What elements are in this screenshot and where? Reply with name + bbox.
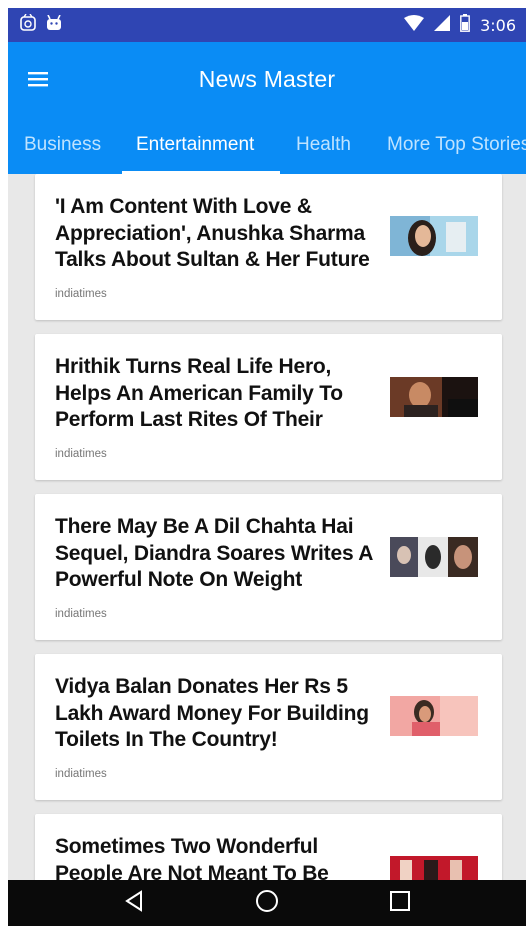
back-icon <box>123 889 145 917</box>
article-title: 'I Am Content With Love & Appreciation',… <box>55 195 370 271</box>
shield-icon <box>20 13 36 37</box>
article-title: Vidya Balan Donates Her Rs 5 Lakh Award … <box>55 675 369 751</box>
article-title: There May Be A Dil Chahta Hai Sequel, Di… <box>55 515 373 591</box>
article-thumbnail <box>390 856 478 880</box>
back-button[interactable] <box>114 883 154 923</box>
tab-more-top-stories[interactable]: More Top Stories <box>387 128 526 174</box>
article-title: Hrithik Turns Real Life Hero, Helps An A… <box>55 355 343 431</box>
article-thumbnail <box>390 377 478 417</box>
status-bar: 3:06 <box>8 8 526 42</box>
tab-entertainment[interactable]: Entertainment <box>136 128 254 174</box>
signal-icon <box>434 14 451 36</box>
article-card[interactable]: Hrithik Turns Real Life Hero, Helps An A… <box>35 334 502 480</box>
status-time: 3:06 <box>480 15 516 35</box>
app-bar: News Master <box>8 42 526 128</box>
battery-icon <box>460 13 470 37</box>
home-button[interactable] <box>247 883 287 923</box>
tab-bar: Business Entertainment Health More Top S… <box>8 128 526 174</box>
article-source: indiatimes <box>55 608 107 620</box>
home-icon <box>255 889 279 918</box>
tab-health[interactable]: Health <box>296 128 351 174</box>
article-card[interactable]: Vidya Balan Donates Her Rs 5 Lakh Award … <box>35 654 502 800</box>
hamburger-menu-icon <box>28 71 48 92</box>
article-thumbnail <box>390 696 478 736</box>
article-title: Sometimes Two Wonderful People Are Not M… <box>55 835 329 880</box>
recents-icon <box>389 890 410 916</box>
article-thumbnail <box>390 537 478 577</box>
status-left <box>20 13 62 37</box>
tab-business[interactable]: Business <box>24 128 101 174</box>
article-card[interactable]: 'I Am Content With Love & Appreciation',… <box>35 174 502 320</box>
navigation-bar <box>8 880 526 926</box>
article-source: indiatimes <box>55 288 107 300</box>
article-source: indiatimes <box>55 768 107 780</box>
recents-button[interactable] <box>380 883 420 923</box>
article-thumbnail <box>390 216 478 256</box>
wifi-icon <box>404 14 425 36</box>
article-card[interactable]: There May Be A Dil Chahta Hai Sequel, Di… <box>35 494 502 640</box>
app-title: News Master <box>198 66 336 92</box>
article-source: indiatimes <box>55 448 107 460</box>
menu-button[interactable] <box>24 66 52 96</box>
article-card[interactable]: Sometimes Two Wonderful People Are Not M… <box>35 814 502 880</box>
article-feed[interactable]: 'I Am Content With Love & Appreciation',… <box>8 174 526 880</box>
android-icon <box>46 14 62 36</box>
app-frame: 3:06 News Master Business Entertainment … <box>8 8 526 926</box>
status-right: 3:06 <box>404 13 516 37</box>
